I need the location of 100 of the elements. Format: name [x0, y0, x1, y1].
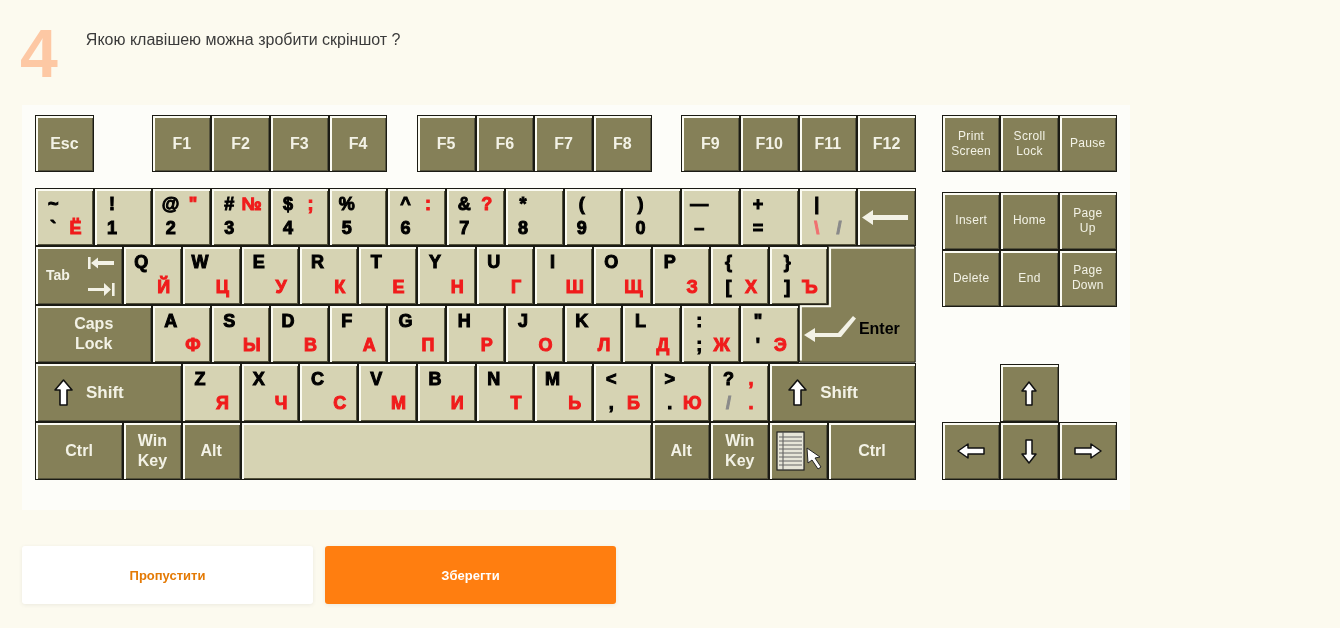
key-legend: В — [303, 335, 317, 356]
key-legend: E — [252, 252, 265, 273]
key-legend: # — [224, 194, 235, 215]
key-legend: M — [544, 369, 560, 390]
key-legend: Ж — [713, 335, 730, 356]
key-label: Win Key — [137, 430, 168, 471]
key-legend: / — [836, 218, 842, 239]
key-legend: F — [341, 310, 353, 331]
key-label: F10 — [755, 133, 783, 154]
key-legend: Я — [215, 393, 229, 414]
key-legend: ) — [637, 194, 644, 215]
key-legend: K — [575, 310, 589, 331]
key-legend: ` — [50, 218, 57, 239]
tab-arrows-icon — [87, 255, 116, 296]
key-legend: B — [428, 369, 442, 390]
key-legend: Y — [428, 252, 441, 273]
return-arrow-icon — [803, 315, 856, 343]
key-legend: Л — [597, 335, 611, 356]
key-legend: ' — [755, 335, 761, 356]
key-legend: С — [333, 393, 347, 414]
key-legend: < — [605, 369, 617, 390]
key-legend: U — [487, 252, 501, 273]
question-text: Якою клавішею можна зробити скріншот ? — [85, 30, 401, 50]
key-legend: } — [783, 252, 791, 273]
key-label: Print Screen — [951, 128, 992, 159]
key-legend: " — [188, 194, 198, 215]
key-legend: , — [608, 393, 614, 414]
key-legend: А — [362, 335, 376, 356]
key-legend: J — [518, 310, 529, 331]
key-legend: М — [391, 393, 407, 414]
key-legend: * — [519, 194, 527, 215]
key-label: F9 — [701, 133, 720, 154]
key-legend: К — [334, 276, 346, 297]
key-legend: И — [450, 393, 464, 414]
key-label: Page Down — [1071, 263, 1104, 294]
key-legend: У — [275, 276, 287, 297]
key-label: F6 — [495, 133, 515, 154]
key-label: F5 — [436, 133, 456, 154]
key-legend: N — [487, 369, 501, 390]
key-legend: 5 — [341, 218, 352, 239]
key-legend: 7 — [459, 218, 470, 239]
key-legend: 2 — [165, 218, 176, 239]
key-label: F11 — [814, 133, 842, 154]
key-legend: . — [667, 393, 673, 414]
key-legend: Ш — [565, 276, 584, 297]
key-legend: + — [752, 194, 764, 215]
key-legend: Ю — [682, 393, 702, 414]
key-legend: Щ — [624, 276, 643, 297]
key-label: Esc — [50, 133, 79, 154]
key-legend: Й — [157, 276, 171, 297]
key-legend: — — [690, 194, 709, 215]
key-label: Page Up — [1073, 205, 1103, 236]
key-label: Insert — [955, 213, 988, 229]
key-legend: = — [752, 218, 764, 239]
key-legend: X — [252, 369, 265, 390]
key-label: Tab — [46, 266, 70, 285]
key-legend: 8 — [518, 218, 529, 239]
key-label: Alt — [200, 440, 222, 461]
key-legend: [ — [725, 276, 732, 297]
key-label: F3 — [289, 133, 309, 154]
key-legend: L — [635, 310, 646, 331]
key-label: Alt — [670, 440, 692, 461]
key-legend: – — [694, 218, 705, 239]
key-legend: Э — [773, 335, 787, 356]
key-label: Enter — [858, 318, 900, 339]
key-legend: Р — [480, 335, 493, 356]
key-legend: C — [310, 369, 324, 390]
key-label: Shift — [820, 381, 858, 403]
key-legend: " — [753, 310, 763, 331]
down-arrow-icon — [1021, 438, 1038, 464]
key-legend: O — [604, 252, 619, 273]
key-legend: Ъ — [801, 276, 818, 297]
key-legend: I — [549, 252, 555, 273]
key-legend: 4 — [283, 218, 294, 239]
key-legend: / — [726, 393, 732, 414]
up-arrow-icon — [1021, 380, 1038, 406]
key-legend: П — [421, 335, 435, 356]
key-legend: > — [664, 369, 676, 390]
save-button[interactable]: Зберегти — [325, 546, 616, 604]
key-label: Pause — [1070, 136, 1106, 151]
key-legend: ( — [578, 194, 585, 215]
key-label: Shift — [86, 381, 124, 403]
key-legend: W — [191, 252, 209, 273]
key-legend: \ — [814, 218, 820, 239]
key-legend: Ф — [185, 335, 201, 356]
key-legend: 1 — [106, 218, 117, 239]
right-arrow-icon — [1073, 443, 1102, 459]
key-legend: S — [223, 310, 236, 331]
key-legend: Х — [744, 276, 757, 297]
key-legend: Ё — [69, 218, 82, 239]
skip-button[interactable]: Пропустити — [22, 546, 313, 604]
key-legend: % — [338, 194, 355, 215]
key-legend: ? — [723, 369, 735, 390]
question-number: 4 — [20, 19, 58, 87]
key-label: F2 — [231, 133, 250, 154]
key-legend: ^ — [400, 194, 411, 215]
key-legend: . — [748, 393, 754, 414]
key-legend: 6 — [400, 218, 411, 239]
key-legend: $ — [283, 194, 294, 215]
key-legend: Ы — [242, 335, 261, 356]
